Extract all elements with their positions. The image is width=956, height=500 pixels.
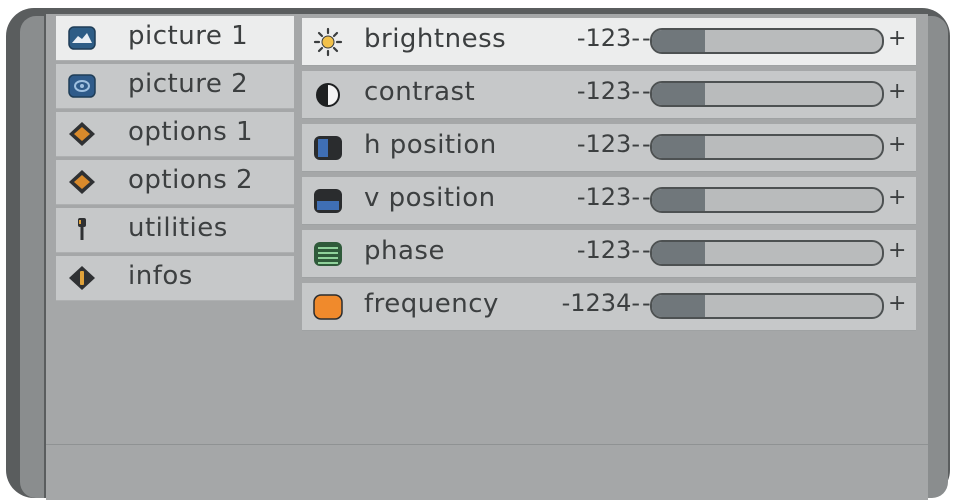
infos-icon bbox=[68, 265, 96, 291]
setting-row-v-position[interactable]: v position -123- - + bbox=[302, 177, 916, 225]
h-position-slider[interactable] bbox=[650, 134, 884, 160]
options-1-icon bbox=[68, 121, 96, 147]
setting-label: phase bbox=[364, 236, 445, 266]
menu-item-label: options 1 bbox=[128, 117, 254, 147]
contrast-icon bbox=[312, 80, 344, 110]
phase-slider[interactable] bbox=[650, 240, 884, 266]
slider-fill bbox=[652, 30, 705, 52]
setting-value: -123- bbox=[576, 183, 640, 211]
settings-list: brightness -123- - + contrast -123- - + bbox=[302, 18, 916, 336]
increase-button[interactable]: + bbox=[888, 79, 906, 104]
menu-item-label: utilities bbox=[128, 213, 228, 243]
increase-button[interactable]: + bbox=[888, 132, 906, 157]
slider-fill bbox=[652, 242, 705, 264]
setting-value: -123- bbox=[576, 236, 640, 264]
frame-left-rail bbox=[20, 16, 44, 498]
setting-label: frequency bbox=[364, 289, 499, 319]
picture-1-icon bbox=[68, 25, 96, 51]
setting-row-frequency[interactable]: frequency -1234- - + bbox=[302, 283, 916, 331]
v-position-icon bbox=[312, 186, 344, 216]
panel-divider bbox=[46, 444, 928, 445]
menu-item-utilities[interactable]: utilities bbox=[56, 208, 294, 253]
setting-value: -123- bbox=[576, 24, 640, 52]
v-position-slider[interactable] bbox=[650, 187, 884, 213]
setting-row-phase[interactable]: phase -123- - + bbox=[302, 230, 916, 278]
slider-fill bbox=[652, 136, 705, 158]
frequency-icon bbox=[312, 292, 344, 322]
slider-fill bbox=[652, 83, 705, 105]
menu-item-label: picture 1 bbox=[128, 21, 249, 51]
menu-item-options-1[interactable]: options 1 bbox=[56, 112, 294, 157]
frame-right-rail bbox=[928, 16, 948, 498]
picture-2-icon bbox=[68, 73, 96, 99]
setting-value: -123- bbox=[576, 130, 640, 158]
contrast-slider[interactable] bbox=[650, 81, 884, 107]
increase-button[interactable]: + bbox=[888, 291, 906, 316]
brightness-slider[interactable] bbox=[650, 28, 884, 54]
menu-item-label: infos bbox=[128, 261, 193, 291]
options-2-icon bbox=[68, 169, 96, 195]
phase-icon bbox=[312, 239, 344, 269]
setting-label: brightness bbox=[364, 24, 507, 54]
setting-label: contrast bbox=[364, 77, 476, 107]
setting-label: v position bbox=[364, 183, 496, 213]
increase-button[interactable]: + bbox=[888, 185, 906, 210]
menu-item-label: picture 2 bbox=[128, 69, 249, 99]
menu-item-picture-2[interactable]: picture 2 bbox=[56, 64, 294, 109]
slider-fill bbox=[652, 189, 705, 211]
slider-fill bbox=[652, 295, 705, 317]
setting-row-h-position[interactable]: h position -123- - + bbox=[302, 124, 916, 172]
setting-label: h position bbox=[364, 130, 497, 160]
h-position-icon bbox=[312, 133, 344, 163]
setting-row-contrast[interactable]: contrast -123- - + bbox=[302, 71, 916, 119]
menu-item-infos[interactable]: infos bbox=[56, 256, 294, 301]
setting-value: -1234- bbox=[561, 289, 640, 317]
utilities-icon bbox=[68, 217, 96, 243]
setting-value: -123- bbox=[576, 77, 640, 105]
menu: picture 1 picture 2 options 1 options 2 … bbox=[56, 16, 294, 304]
menu-item-options-2[interactable]: options 2 bbox=[56, 160, 294, 205]
brightness-icon bbox=[312, 27, 344, 57]
menu-item-label: options 2 bbox=[128, 165, 254, 195]
setting-row-brightness[interactable]: brightness -123- - + bbox=[302, 18, 916, 66]
frequency-slider[interactable] bbox=[650, 293, 884, 319]
increase-button[interactable]: + bbox=[888, 26, 906, 51]
menu-item-picture-1[interactable]: picture 1 bbox=[56, 16, 294, 61]
increase-button[interactable]: + bbox=[888, 238, 906, 263]
